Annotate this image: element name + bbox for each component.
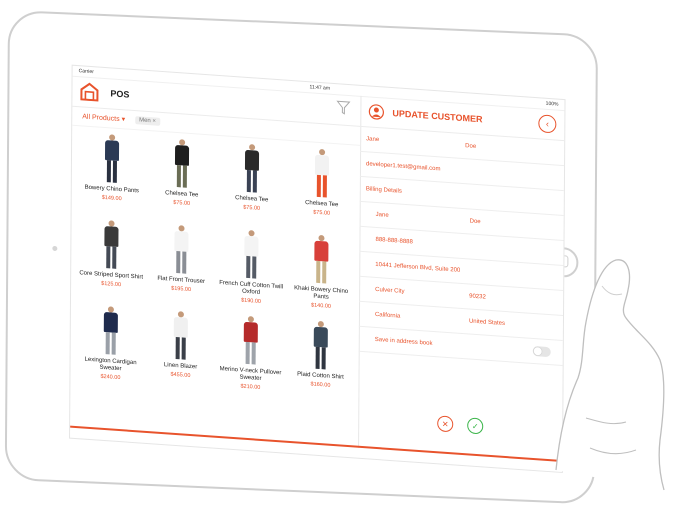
- state-field[interactable]: California: [375, 312, 469, 325]
- camera: [52, 245, 58, 252]
- product-image: [242, 230, 260, 281]
- catalog-pane: POS All Products ▾ Men × Bowery Chino Pa…: [70, 75, 362, 448]
- product-name: Linen Blazer: [163, 362, 198, 371]
- product-price: $210.00: [240, 383, 261, 391]
- product-name: Chelsea Tee: [235, 195, 269, 204]
- product-name: Chelsea Tee: [165, 190, 199, 199]
- battery-label: 100%: [545, 100, 559, 108]
- product-image: [312, 234, 330, 286]
- product-price: $190.00: [241, 297, 261, 305]
- chevron-left-icon: ‹: [545, 118, 549, 130]
- confirm-button[interactable]: ✓: [467, 417, 484, 435]
- product-card[interactable]: French Cuff Cotton Twill Oxford $190.00: [217, 226, 286, 317]
- product-image: [242, 316, 260, 367]
- app-screen: Carrier 11:47 am 100% POS All Products ▾…: [69, 64, 566, 474]
- product-price: $75.00: [313, 209, 331, 217]
- first-name-field[interactable]: Jane: [366, 136, 465, 149]
- filter-chip[interactable]: Men ×: [135, 116, 160, 126]
- city-field[interactable]: Culver City: [375, 287, 469, 300]
- product-image: [312, 320, 330, 372]
- product-image: [172, 225, 190, 276]
- cancel-button[interactable]: ✕: [437, 415, 454, 433]
- product-image: [172, 311, 190, 362]
- email-field[interactable]: developer1.test@gmail.com: [366, 161, 564, 181]
- home-logo-icon[interactable]: [78, 80, 100, 104]
- product-card[interactable]: Linen Blazer $455.00: [146, 307, 215, 398]
- category-dropdown[interactable]: All Products ▾: [82, 112, 125, 123]
- customer-avatar-icon: [368, 104, 384, 120]
- save-address-label: Save in address book: [374, 336, 433, 347]
- product-card[interactable]: Plaid Cotton Shirt $160.00: [286, 317, 355, 408]
- product-name: Core Striped Sport Shirt: [79, 270, 144, 281]
- product-price: $140.00: [311, 302, 331, 310]
- last-name-field[interactable]: Doe: [465, 143, 564, 156]
- page-title: POS: [110, 88, 130, 100]
- product-image: [313, 148, 331, 200]
- carrier-label: Carrier: [78, 68, 94, 76]
- product-price: $149.00: [101, 194, 122, 203]
- product-card[interactable]: Flat Front Trouser $195.00: [147, 221, 216, 312]
- product-price: $195.00: [171, 285, 192, 294]
- product-name: Plaid Cotton Shirt: [297, 371, 344, 381]
- filter-icon[interactable]: [336, 100, 351, 120]
- billing-last-name-field[interactable]: Doe: [470, 218, 564, 231]
- product-name: Khaki Bowery Chino Pants: [294, 285, 349, 301]
- category-label: All Products: [82, 113, 120, 124]
- product-image: [102, 306, 120, 357]
- billing-label: Billing Details: [365, 186, 402, 195]
- product-name: Chelsea Tee: [305, 200, 339, 209]
- chevron-down-icon: ▾: [121, 116, 126, 124]
- product-card[interactable]: Chelsea Tee $75.00: [148, 135, 217, 226]
- product-price: $240.00: [100, 373, 121, 382]
- product-price: $455.00: [170, 371, 191, 380]
- hand-illustration: [555, 259, 665, 491]
- billing-first-name-field[interactable]: Jane: [376, 212, 470, 225]
- product-card[interactable]: Bowery Chino Pants $149.00: [78, 130, 147, 221]
- product-card[interactable]: Chelsea Tee $75.00: [218, 140, 287, 231]
- check-icon: ✓: [471, 421, 479, 431]
- product-image: [102, 220, 120, 271]
- close-icon: ✕: [441, 419, 449, 429]
- product-name: French Cuff Cotton Twill Oxford: [219, 280, 284, 296]
- product-image: [243, 144, 261, 195]
- product-card[interactable]: Core Striped Sport Shirt $125.00: [77, 216, 146, 307]
- street-field[interactable]: 10441 Jefferson Blvd, Suite 200: [375, 262, 563, 281]
- product-card[interactable]: Khaki Bowery Chino Pants $140.00: [287, 231, 356, 322]
- product-card[interactable]: Merino V-neck Pullover Sweater $210.00: [216, 312, 285, 403]
- product-name: Merino V-neck Pullover Sweater: [219, 366, 282, 382]
- ipad-frame: Carrier 11:47 am 100% POS All Products ▾…: [4, 10, 598, 505]
- back-button[interactable]: ‹: [538, 114, 557, 134]
- product-name: Lexington Cardigan Sweater: [84, 356, 137, 373]
- customer-title: UPDATE CUSTOMER: [392, 108, 483, 125]
- product-card[interactable]: Lexington Cardigan Sweater $240.00: [76, 302, 145, 393]
- product-name: Flat Front Trouser: [157, 275, 206, 286]
- phone-field[interactable]: 888-888-8888: [375, 237, 563, 256]
- product-price: $75.00: [173, 199, 191, 207]
- product-price: $125.00: [101, 280, 122, 289]
- product-image: [103, 134, 121, 185]
- form-actions: ✕ ✓: [358, 410, 562, 440]
- product-image: [173, 139, 191, 190]
- product-card[interactable]: Chelsea Tee $75.00: [288, 145, 357, 236]
- product-price: $160.00: [310, 381, 331, 389]
- product-grid: Bowery Chino Pants $149.00 Chelsea Tee $75.…: [70, 126, 360, 412]
- product-name: Bowery Chino Pants: [84, 184, 139, 195]
- customer-pane: UPDATE CUSTOMER ‹ Jane Doe developer1.te…: [358, 95, 565, 462]
- clock: 11:47 am: [309, 84, 331, 92]
- product-price: $75.00: [243, 204, 261, 212]
